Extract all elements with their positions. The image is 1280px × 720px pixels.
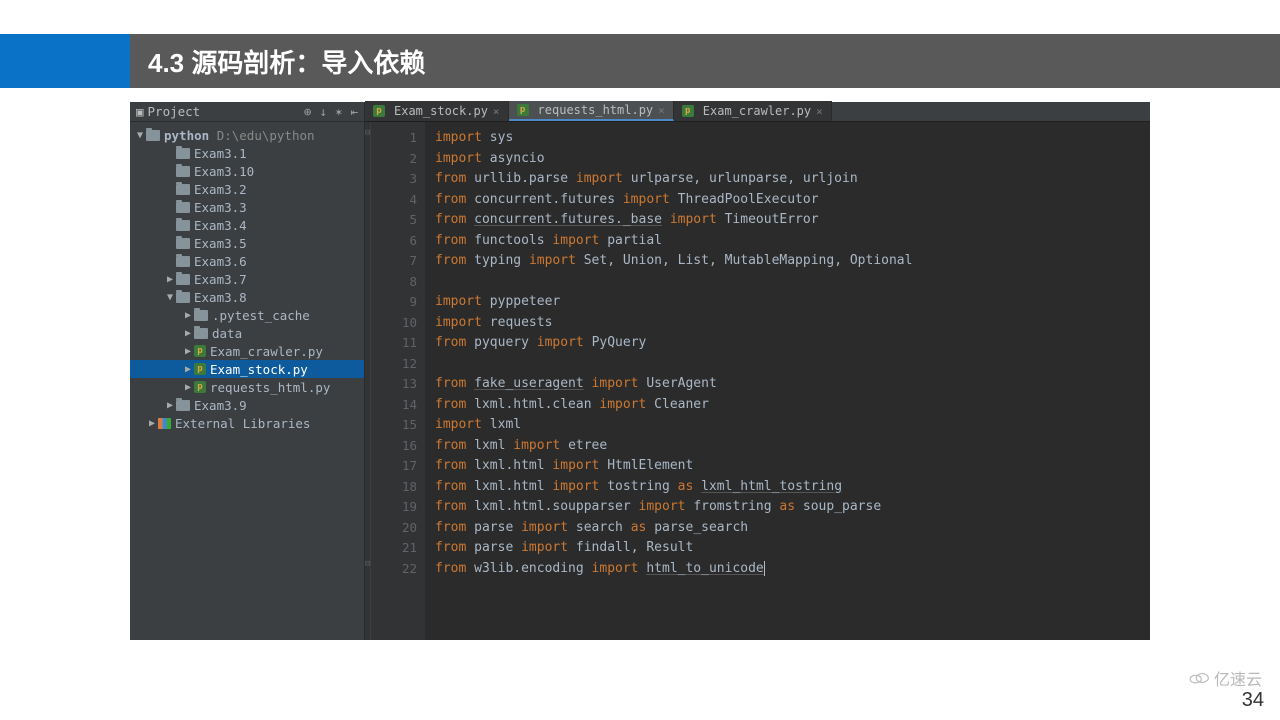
gutter: 12345678910111213141516171819202122 bbox=[371, 122, 425, 640]
editor-tabs: p Exam_stock.py × p requests_html.py × p Exam_c… bbox=[365, 102, 1150, 122]
folder-icon bbox=[176, 148, 190, 159]
editor-tab[interactable]: p Exam_crawler.py × bbox=[674, 101, 832, 121]
tree-item-label: Exam3.5 bbox=[194, 236, 247, 251]
tree-item-label: Exam3.9 bbox=[194, 398, 247, 413]
target-icon[interactable]: ⊕ bbox=[304, 104, 312, 119]
collapse-icon[interactable]: ⇤ bbox=[350, 104, 358, 119]
tab-label: Exam_crawler.py bbox=[703, 104, 811, 118]
tree-item[interactable]: ▶pExam_crawler.py bbox=[130, 342, 364, 360]
project-icon: ▣ bbox=[136, 104, 144, 119]
folder-icon bbox=[176, 166, 190, 177]
gear-icon[interactable]: ✶ bbox=[335, 104, 343, 119]
tree-item-label: Exam_crawler.py bbox=[210, 344, 323, 359]
tree-item[interactable]: ▶Exam3.7 bbox=[130, 270, 364, 288]
tab-label: Exam_stock.py bbox=[394, 104, 488, 118]
tree-item[interactable]: Exam3.4 bbox=[130, 216, 364, 234]
folder-icon bbox=[176, 184, 190, 195]
tree-item-label: Exam3.4 bbox=[194, 218, 247, 233]
folder-icon bbox=[176, 202, 190, 213]
tree-item-label: requests_html.py bbox=[210, 380, 330, 395]
folder-icon bbox=[194, 310, 208, 321]
code-area[interactable]: ⊟⊟ 12345678910111213141516171819202122 i… bbox=[365, 122, 1150, 640]
folder-icon bbox=[176, 274, 190, 285]
tree-item-label: Exam_stock.py bbox=[210, 362, 308, 377]
tree-item[interactable]: ▶Exam3.9 bbox=[130, 396, 364, 414]
folder-icon bbox=[176, 400, 190, 411]
folder-icon bbox=[176, 292, 190, 303]
slide-accent bbox=[0, 34, 130, 88]
sort-icon[interactable]: ↓ bbox=[319, 104, 327, 119]
tree-item[interactable]: Exam3.5 bbox=[130, 234, 364, 252]
tree-root[interactable]: ▼python D:\edu\python bbox=[130, 126, 364, 144]
folder-icon bbox=[194, 328, 208, 339]
tree-item-label: Exam3.1 bbox=[194, 146, 247, 161]
libraries-icon bbox=[158, 418, 171, 429]
tree-item[interactable]: Exam3.2 bbox=[130, 180, 364, 198]
tree-item[interactable]: Exam3.3 bbox=[130, 198, 364, 216]
project-panel-header: ▣ Project ⊕ ↓ ✶ ⇤ bbox=[130, 102, 364, 122]
python-file-icon: p bbox=[517, 104, 529, 116]
tree-item[interactable]: ▶data bbox=[130, 324, 364, 342]
project-panel: ▣ Project ⊕ ↓ ✶ ⇤ ▼python D:\edu\python E… bbox=[130, 102, 365, 640]
project-tree[interactable]: ▼python D:\edu\python Exam3.1 Exam3.10 Exam… bbox=[130, 122, 364, 640]
code-body[interactable]: import sysimport asynciofrom urllib.pars… bbox=[425, 122, 1150, 640]
editor-pane: p Exam_stock.py × p requests_html.py × p Exam_c… bbox=[365, 102, 1150, 640]
tree-item-label: Exam3.3 bbox=[194, 200, 247, 215]
tree-item[interactable]: ▶.pytest_cache bbox=[130, 306, 364, 324]
python-file-icon: p bbox=[194, 345, 206, 357]
folder-icon bbox=[176, 220, 190, 231]
editor-tab[interactable]: p Exam_stock.py × bbox=[365, 101, 509, 121]
close-icon[interactable]: × bbox=[816, 105, 823, 118]
tree-item-label: Exam3.10 bbox=[194, 164, 254, 179]
tree-item-label: data bbox=[212, 326, 242, 341]
tree-item[interactable]: Exam3.10 bbox=[130, 162, 364, 180]
tree-item-label: .pytest_cache bbox=[212, 308, 310, 323]
tree-item[interactable]: ▶prequests_html.py bbox=[130, 378, 364, 396]
close-icon[interactable]: × bbox=[658, 104, 665, 117]
python-file-icon: p bbox=[194, 363, 206, 375]
tree-item[interactable]: Exam3.6 bbox=[130, 252, 364, 270]
folder-icon bbox=[176, 256, 190, 267]
tree-item[interactable]: Exam3.1 bbox=[130, 144, 364, 162]
python-file-icon: p bbox=[373, 105, 385, 117]
folder-icon bbox=[176, 238, 190, 249]
tree-item-label: Exam3.2 bbox=[194, 182, 247, 197]
tree-item-label: Exam3.6 bbox=[194, 254, 247, 269]
tab-label: requests_html.py bbox=[538, 103, 654, 117]
python-file-icon: p bbox=[682, 105, 694, 117]
tree-item-label: Exam3.7 bbox=[194, 272, 247, 287]
close-icon[interactable]: × bbox=[493, 105, 500, 118]
tree-item[interactable]: ▶pExam_stock.py bbox=[130, 360, 364, 378]
slide-page-number: 34 bbox=[1242, 689, 1264, 712]
slide-title: 4.3 源码剖析：导入依赖 bbox=[148, 43, 425, 80]
tree-item-label: Exam3.8 bbox=[194, 290, 247, 305]
folder-icon bbox=[146, 130, 160, 141]
tree-item-label: External Libraries bbox=[175, 416, 310, 431]
python-file-icon: p bbox=[194, 381, 206, 393]
ide-window: ▣ Project ⊕ ↓ ✶ ⇤ ▼python D:\edu\python E… bbox=[130, 102, 1150, 640]
slide-title-bar: 4.3 源码剖析：导入依赖 bbox=[130, 34, 1280, 88]
watermark-logo: 亿速云 bbox=[1188, 666, 1262, 690]
editor-tab[interactable]: p requests_html.py × bbox=[509, 101, 674, 121]
tree-item[interactable]: ▶External Libraries bbox=[130, 414, 364, 432]
project-panel-label: Project bbox=[148, 104, 201, 119]
tree-item[interactable]: ▼Exam3.8 bbox=[130, 288, 364, 306]
